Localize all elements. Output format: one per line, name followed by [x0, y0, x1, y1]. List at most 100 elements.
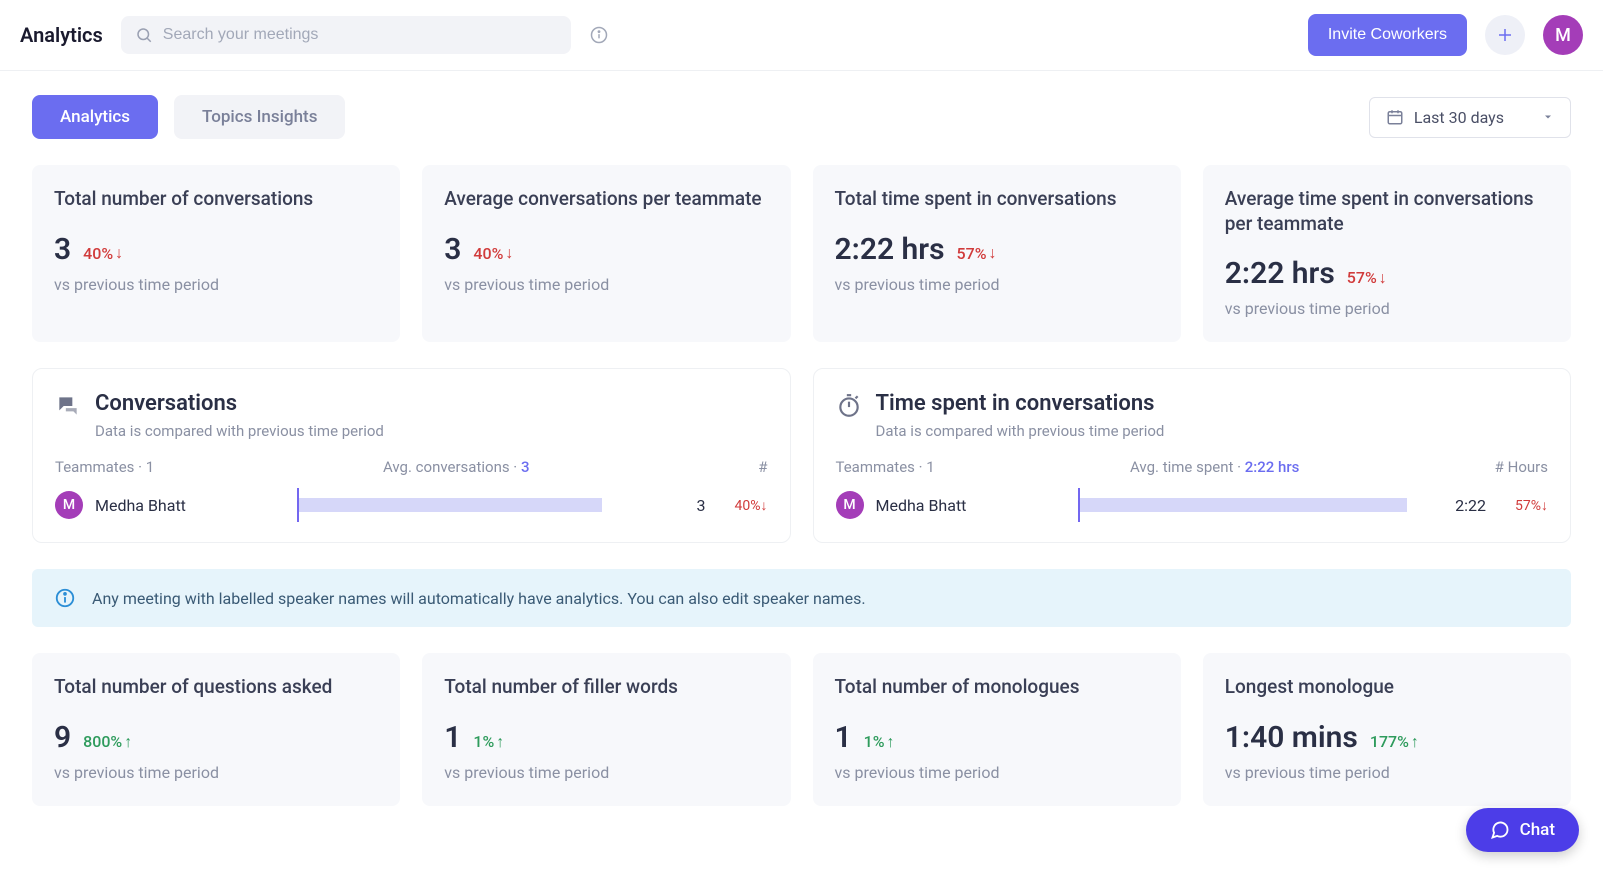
chat-icon [1490, 820, 1510, 840]
kpi-value: 1:40 mins [1225, 720, 1358, 755]
kpi-title: Total number of filler words [444, 675, 768, 700]
kpi-title: Average conversations per teammate [444, 187, 768, 212]
kpi-title: Total number of monologues [835, 675, 1159, 700]
kpi-delta: 57%↓ [1347, 268, 1387, 288]
kpi-top-grid: Total number of conversations 3 40%↓ vs … [32, 165, 1571, 342]
teammate-name: Medha Bhatt [876, 496, 1066, 515]
arrow-up-icon: ↑ [496, 732, 504, 752]
arrow-up-icon: ↑ [124, 732, 132, 752]
row-value: 3 [656, 496, 706, 515]
bar-chart [297, 490, 644, 520]
row-delta: 40%↓ [718, 497, 768, 514]
kpi-card: Total number of conversations 3 40%↓ vs … [32, 165, 400, 342]
search-input[interactable] [163, 26, 557, 44]
stopwatch-icon [836, 393, 862, 440]
info-banner: Any meeting with labelled speaker names … [32, 569, 1571, 627]
kpi-card: Total time spent in conversations 2:22 h… [813, 165, 1181, 342]
kpi-title: Longest monologue [1225, 675, 1549, 700]
user-avatar[interactable]: M [1543, 15, 1583, 55]
kpi-title: Total time spent in conversations [835, 187, 1159, 212]
chat-label: Chat [1520, 820, 1555, 840]
kpi-card: Average conversations per teammate 3 40%… [422, 165, 790, 342]
panel-subtitle: Data is compared with previous time peri… [95, 422, 384, 440]
kpi-delta: 800%↑ [83, 732, 132, 752]
arrow-down-icon: ↓ [1379, 268, 1387, 288]
date-range-selector[interactable]: Last 30 days [1369, 97, 1571, 138]
kpi-subtitle: vs previous time period [835, 763, 1159, 782]
kpi-card: Longest monologue 1:40 mins 177%↑ vs pre… [1203, 653, 1571, 806]
panels-row: Conversations Data is compared with prev… [32, 368, 1571, 543]
arrow-down-icon: ↓ [115, 243, 123, 263]
kpi-delta: 1%↑ [473, 732, 504, 752]
teammate-avatar: M [55, 491, 83, 519]
panel-subtitle: Data is compared with previous time peri… [876, 422, 1165, 440]
kpi-value: 1 [835, 720, 852, 755]
row-value: 2:22 [1436, 496, 1486, 515]
search-container[interactable] [121, 16, 571, 54]
kpi-subtitle: vs previous time period [444, 275, 768, 294]
kpi-subtitle: vs previous time period [54, 275, 378, 294]
kpi-value: 3 [444, 232, 461, 267]
chat-widget-button[interactable]: Chat [1466, 808, 1579, 852]
teammates-label: Teammates · 1 [55, 458, 154, 476]
bar-chart [1078, 490, 1425, 520]
tab-topics-insights[interactable]: Topics Insights [174, 95, 345, 139]
kpi-title: Average time spent in conversations per … [1225, 187, 1549, 236]
kpi-value: 9 [54, 720, 71, 755]
info-icon[interactable] [589, 25, 609, 45]
info-icon [54, 587, 76, 609]
panel-title: Time spent in conversations [876, 391, 1165, 416]
info-banner-text: Any meeting with labelled speaker names … [92, 589, 866, 608]
kpi-bottom-grid: Total number of questions asked 9 800%↑ … [32, 653, 1571, 806]
arrow-up-icon: ↑ [887, 732, 895, 752]
kpi-card: Total number of questions asked 9 800%↑ … [32, 653, 400, 806]
kpi-card: Total number of monologues 1 1%↑ vs prev… [813, 653, 1181, 806]
kpi-delta: 177%↑ [1370, 732, 1419, 752]
teammate-avatar: M [836, 491, 864, 519]
search-icon [135, 26, 153, 44]
kpi-delta: 57%↓ [957, 243, 997, 263]
kpi-title: Total number of conversations [54, 187, 378, 212]
avg-label: Avg. time spent · 2:22 hrs [1130, 458, 1299, 476]
table-row: M Medha Bhatt 3 40%↓ [55, 490, 768, 520]
teammate-name: Medha Bhatt [95, 496, 285, 515]
tabs-row: Analytics Topics Insights Last 30 days [32, 95, 1571, 139]
panel-column-labels: Teammates · 1 Avg. time spent · 2:22 hrs… [836, 458, 1549, 476]
tab-analytics[interactable]: Analytics [32, 95, 158, 139]
kpi-delta: 40%↓ [83, 243, 123, 263]
arrow-down-icon: ↓ [1541, 498, 1548, 514]
hours-label: # Hours [1495, 458, 1548, 476]
header: Analytics Invite Coworkers M [0, 0, 1603, 71]
kpi-value: 1 [444, 720, 461, 755]
kpi-subtitle: vs previous time period [1225, 763, 1549, 782]
kpi-value: 2:22 hrs [1225, 256, 1335, 291]
kpi-title: Total number of questions asked [54, 675, 378, 700]
kpi-delta: 1%↑ [864, 732, 895, 752]
date-range-label: Last 30 days [1414, 108, 1504, 127]
kpi-subtitle: vs previous time period [54, 763, 378, 782]
table-row: M Medha Bhatt 2:22 57%↓ [836, 490, 1549, 520]
kpi-card: Average time spent in conversations per … [1203, 165, 1571, 342]
add-button[interactable] [1485, 15, 1525, 55]
row-delta: 57%↓ [1498, 497, 1548, 514]
panel-column-labels: Teammates · 1 Avg. conversations · 3 # [55, 458, 768, 476]
kpi-subtitle: vs previous time period [444, 763, 768, 782]
panel-title: Conversations [95, 391, 384, 416]
kpi-subtitle: vs previous time period [1225, 299, 1549, 318]
invite-coworkers-button[interactable]: Invite Coworkers [1308, 14, 1467, 56]
kpi-subtitle: vs previous time period [835, 275, 1159, 294]
kpi-value: 2:22 hrs [835, 232, 945, 267]
arrow-down-icon: ↓ [761, 498, 768, 514]
time-spent-panel: Time spent in conversations Data is comp… [813, 368, 1572, 543]
kpi-card: Total number of filler words 1 1%↑ vs pr… [422, 653, 790, 806]
teammates-label: Teammates · 1 [836, 458, 935, 476]
page-title: Analytics [20, 23, 103, 47]
calendar-icon [1386, 108, 1404, 126]
conversations-panel: Conversations Data is compared with prev… [32, 368, 791, 543]
count-label: # [758, 458, 767, 476]
kpi-value: 3 [54, 232, 71, 267]
arrow-down-icon: ↓ [988, 243, 996, 263]
main-content: Analytics Topics Insights Last 30 days T… [0, 71, 1603, 856]
chevron-down-icon [1542, 111, 1554, 123]
avg-label: Avg. conversations · 3 [383, 458, 530, 476]
